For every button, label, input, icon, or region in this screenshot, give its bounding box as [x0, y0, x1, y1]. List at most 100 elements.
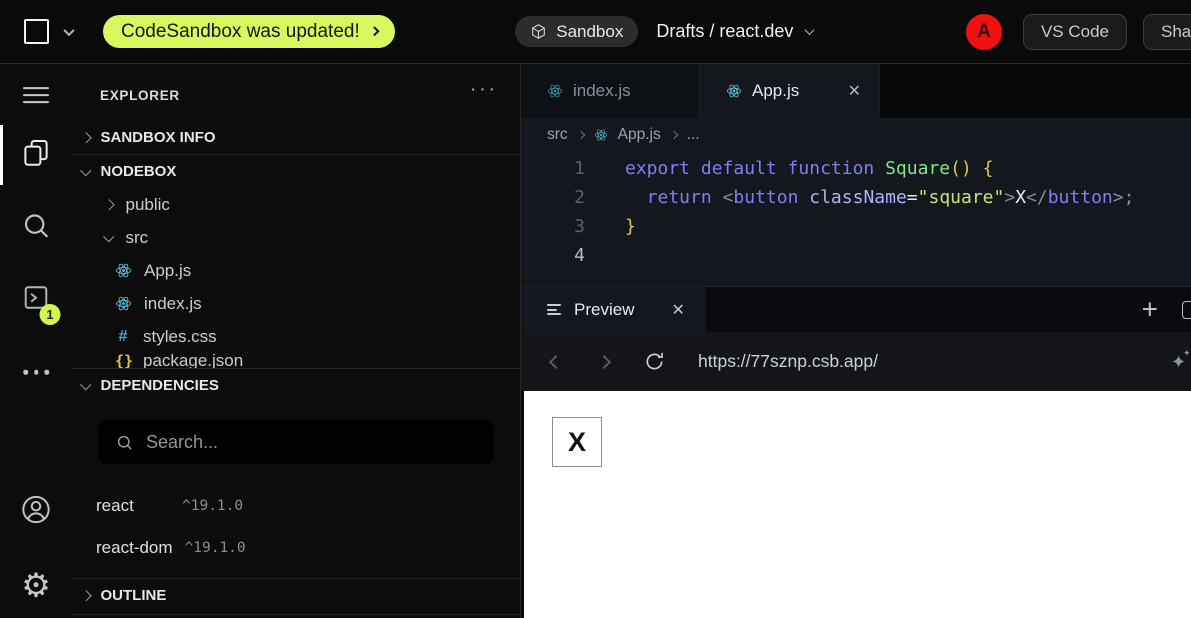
line-number: 1: [521, 154, 585, 183]
settings-gear-icon[interactable]: ⚙: [21, 569, 51, 602]
tab-app-js[interactable]: App.js ✕: [700, 64, 880, 118]
code-line: 3 }: [521, 212, 1191, 241]
project-breadcrumb-label: Drafts / react.dev: [656, 21, 793, 42]
more-options-icon[interactable]: [23, 370, 49, 375]
update-banner-chevron-icon: [369, 27, 378, 36]
section-dependencies[interactable]: DEPENDENCIES: [72, 369, 520, 402]
share-button[interactable]: Share: [1143, 14, 1191, 50]
section-sandbox-info-label: SANDBOX INFO: [101, 129, 216, 146]
line-number: 4: [521, 241, 585, 270]
tab-index-js[interactable]: index.js: [521, 64, 700, 118]
tree-file-index-js[interactable]: index.js: [72, 287, 520, 320]
preview-address-bar: https://77sznp.csb.app/ ✦✦: [521, 332, 1191, 391]
tree-file-app-js[interactable]: App.js: [72, 254, 520, 287]
dependency-version: ^19.1.0: [185, 540, 246, 556]
tree-file-styles-css-label: styles.css: [143, 327, 217, 347]
line-number: 3: [521, 212, 585, 241]
chevron-right-icon: [670, 130, 678, 138]
explorer-title: EXPLORER: [72, 78, 520, 112]
css-icon: #: [115, 328, 131, 346]
codesandbox-logo-icon[interactable]: [24, 19, 49, 44]
url-input[interactable]: https://77sznp.csb.app/: [698, 351, 878, 372]
tree-file-styles-css[interactable]: # styles.css: [72, 320, 520, 353]
preview-tab-label: Preview: [574, 300, 634, 320]
section-sandbox-info[interactable]: SANDBOX INFO: [72, 121, 520, 154]
refresh-icon[interactable]: [643, 350, 666, 373]
react-icon: [594, 128, 608, 142]
json-icon: {}: [115, 353, 131, 368]
chevron-right-icon: [576, 130, 584, 138]
breadcrumb-file[interactable]: App.js: [618, 126, 661, 144]
update-banner[interactable]: CodeSandbox was updated!: [103, 15, 395, 48]
project-breadcrumb[interactable]: Drafts / react.dev: [656, 21, 813, 42]
code-line: 1 export default function Square() {: [521, 154, 1191, 183]
chevron-right-icon: [80, 590, 91, 601]
preview-icon: [547, 302, 561, 318]
chevron-right-icon: [80, 132, 91, 143]
react-icon: [547, 83, 563, 99]
tree-folder-src[interactable]: src: [72, 221, 520, 254]
top-bar: CodeSandbox was updated! Sandbox Drafts …: [0, 0, 1191, 64]
preview-tab-bar-space: +: [706, 287, 1191, 332]
code-line: 4: [521, 241, 1191, 270]
close-icon[interactable]: ✕: [671, 300, 684, 320]
preview-tab[interactable]: Preview ✕: [521, 287, 706, 332]
dependency-row-react[interactable]: react ^19.1.0: [72, 489, 520, 523]
line-number: 2: [521, 183, 585, 212]
square-button[interactable]: X: [552, 417, 602, 467]
react-icon: [726, 83, 742, 99]
explorer-menu-icon[interactable]: ···: [470, 80, 498, 99]
layout-icon[interactable]: [1182, 301, 1191, 319]
sandbox-badge-label: Sandbox: [556, 22, 623, 42]
editor-tab-bar: index.js App.js ✕: [521, 64, 1191, 118]
tree-file-package-json[interactable]: {} package.json: [72, 353, 520, 368]
add-pane-icon[interactable]: +: [1142, 293, 1158, 325]
explorer-panel: EXPLORER ··· SANDBOX INFO NODEBOX public…: [72, 64, 521, 618]
search-icon[interactable]: [20, 210, 52, 247]
dependency-row-react-dom[interactable]: react-dom ^19.1.0: [72, 531, 520, 565]
chevron-down-icon: [80, 165, 91, 176]
preview-viewport: X: [521, 391, 1191, 618]
avatar[interactable]: A: [966, 14, 1002, 50]
menu-icon[interactable]: [23, 82, 49, 108]
breadcrumb-folder[interactable]: src: [547, 126, 568, 144]
code-line: 2 return <button className="square">X</b…: [521, 183, 1191, 212]
search-placeholder: Search...: [146, 432, 218, 453]
dependency-name: react: [96, 496, 170, 516]
search-icon: [115, 433, 134, 452]
react-icon: [115, 262, 132, 279]
cube-icon: [530, 23, 547, 40]
code-editor[interactable]: 1 export default function Square() { 2 r…: [521, 151, 1191, 286]
workspace-chevron-down-icon[interactable]: [63, 24, 74, 35]
chevron-down-icon: [103, 231, 114, 242]
chevron-down-icon: [80, 379, 91, 390]
sandbox-badge[interactable]: Sandbox: [515, 16, 638, 47]
section-outline-label: OUTLINE: [101, 587, 167, 604]
dependency-search-input[interactable]: Search...: [98, 420, 494, 464]
account-icon[interactable]: [20, 494, 52, 531]
editor-column: index.js App.js ✕ src: [521, 64, 1191, 618]
tree-file-app-js-label: App.js: [144, 261, 191, 281]
section-nodebox[interactable]: NODEBOX: [72, 155, 520, 188]
close-icon[interactable]: ✕: [848, 81, 861, 101]
preview-tab-bar: Preview ✕ +: [521, 286, 1191, 332]
vscode-button[interactable]: VS Code: [1023, 14, 1127, 50]
files-icon[interactable]: [21, 138, 51, 173]
back-icon[interactable]: [549, 354, 563, 368]
tree-folder-public[interactable]: public: [72, 188, 520, 221]
terminal-icon[interactable]: 1: [22, 283, 51, 317]
tree-folder-public-label: public: [126, 195, 170, 215]
active-view-indicator: [0, 125, 3, 185]
chevron-right-icon: [103, 199, 114, 210]
divider: [72, 614, 520, 615]
tree-file-package-json-label: package.json: [143, 353, 243, 368]
breadcrumb-more[interactable]: ...: [687, 126, 700, 144]
section-outline[interactable]: OUTLINE: [72, 579, 520, 612]
ai-sparkle-icon[interactable]: ✦✦: [1169, 349, 1191, 375]
forward-icon[interactable]: [597, 354, 611, 368]
tab-label: App.js: [752, 81, 799, 101]
breadcrumb[interactable]: src App.js ...: [521, 118, 1191, 151]
tree-folder-src-label: src: [126, 228, 149, 248]
avatar-letter: A: [977, 21, 991, 43]
tab-label: index.js: [573, 81, 631, 101]
